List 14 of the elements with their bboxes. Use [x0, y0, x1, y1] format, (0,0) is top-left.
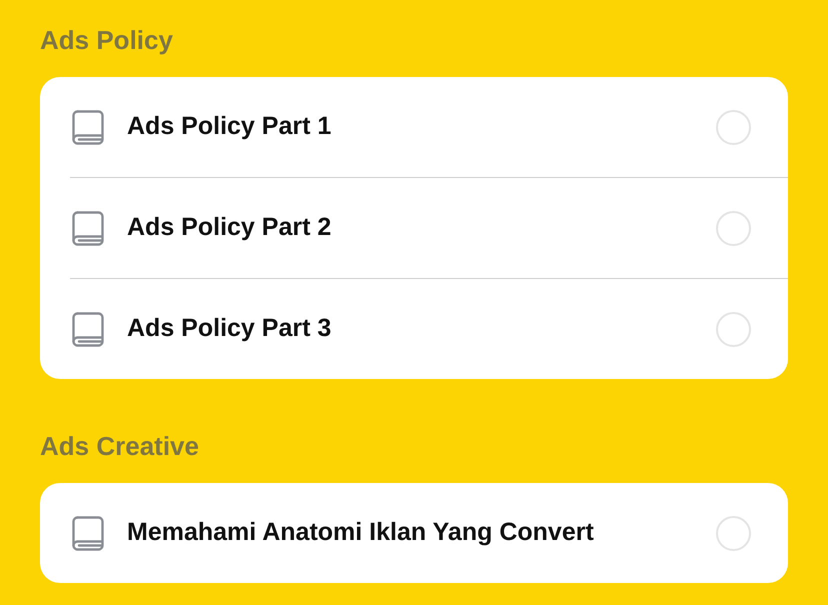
completion-radio[interactable] — [716, 210, 751, 246]
completion-radio[interactable] — [716, 516, 751, 550]
section-heading: Ads Policy — [40, 24, 174, 56]
book-icon — [72, 110, 104, 144]
lesson-title[interactable]: Ads Policy Part 3 — [127, 310, 716, 348]
lesson-title[interactable]: Memahami Anatomi Iklan Yang Convert — [127, 514, 716, 552]
section-heading: Ads Creative — [40, 430, 200, 462]
completion-radio[interactable] — [716, 110, 751, 144]
lesson-title[interactable]: Ads Policy Part 1 — [127, 108, 716, 146]
book-icon — [72, 210, 104, 246]
book-icon — [72, 516, 104, 550]
lesson-title[interactable]: Ads Policy Part 2 — [127, 209, 716, 247]
completion-radio[interactable] — [716, 312, 751, 346]
book-icon — [72, 312, 104, 346]
